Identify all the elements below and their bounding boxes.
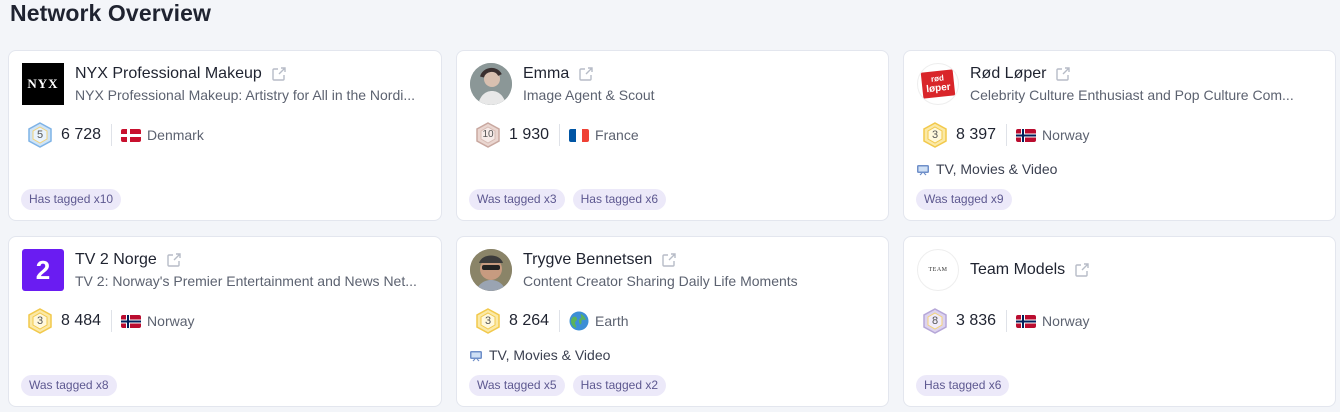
tag-badge: Was tagged x3 [469, 189, 565, 210]
avatar [470, 63, 512, 105]
avatar: 2 [22, 249, 64, 291]
tv2-logo: 2 [35, 254, 51, 285]
avatar: rød løper [917, 63, 959, 105]
profile-name[interactable]: NYX Professional Makeup [75, 65, 262, 83]
profile-subtitle: NYX Professional Makeup: Artistry for Al… [75, 87, 416, 103]
level-badge: 3 [475, 308, 501, 334]
profile-subtitle: Image Agent & Scout [523, 87, 655, 103]
external-link-icon[interactable] [661, 252, 677, 268]
external-link-icon[interactable] [166, 252, 182, 268]
country-label: Norway [1042, 313, 1090, 329]
person-photo [470, 63, 512, 105]
profile-card[interactable]: rød løper Rød Løper Celebrity Culture En… [903, 50, 1336, 221]
denmark-flag-icon [121, 128, 142, 142]
tag-badge: Was tagged x9 [916, 189, 1012, 210]
name-row: NYX Professional Makeup [75, 65, 287, 83]
name-row: Team Models [970, 261, 1090, 279]
level-badge: 8 [922, 308, 948, 334]
level-badge: 5 [27, 122, 53, 148]
profile-card[interactable]: NYX NYX Professional Makeup NYX Professi… [8, 50, 442, 221]
globe-icon [569, 311, 589, 331]
category-label: TV, Movies & Video [936, 161, 1058, 177]
tag-badge: Has tagged x6 [572, 189, 666, 210]
tag-list: Has tagged x6 [916, 375, 1010, 396]
rod-loper-logo: rød løper [920, 69, 956, 99]
follower-count: 8 264 [509, 312, 550, 329]
stats-row: 3 8 397 Norway [922, 122, 1090, 148]
tag-badge: Has tagged x2 [572, 375, 666, 396]
tv-icon [917, 165, 929, 176]
tag-badge: Has tagged x10 [21, 189, 122, 210]
profile-subtitle: Celebrity Culture Enthusiast and Pop Cul… [970, 87, 1294, 103]
follower-count: 8 397 [956, 126, 997, 143]
network-grid: NYX NYX Professional Makeup NYX Professi… [8, 50, 1338, 407]
stats-row: 5 6 728 Denmark [27, 122, 204, 148]
tag-list: Was tagged x9 [916, 189, 1012, 210]
avatar [470, 249, 512, 291]
divider [1006, 310, 1008, 332]
category-label: TV, Movies & Video [489, 347, 611, 363]
page-title: Network Overview [10, 0, 212, 26]
external-link-icon[interactable] [1055, 66, 1071, 82]
tag-list: Was tagged x8 [21, 375, 117, 396]
profile-name[interactable]: TV 2 Norge [75, 251, 157, 269]
avatar: TEAM [917, 249, 959, 291]
person-photo [470, 249, 512, 291]
country-label: France [595, 127, 639, 143]
level-badge: 10 [475, 122, 501, 148]
tag-list: Was tagged x5 Has tagged x2 [469, 375, 666, 396]
team-models-logo: TEAM [928, 267, 948, 273]
name-row: Trygve Bennetsen [523, 251, 677, 269]
profile-subtitle: TV 2: Norway's Premier Entertainment and… [75, 273, 417, 289]
divider [111, 310, 113, 332]
profile-subtitle: Content Creator Sharing Daily Life Momen… [523, 273, 798, 289]
divider [559, 124, 561, 146]
divider [559, 310, 561, 332]
norway-flag-icon [1016, 314, 1037, 328]
follower-count: 8 484 [61, 312, 102, 329]
profile-name[interactable]: Team Models [970, 261, 1065, 279]
france-flag-icon [569, 128, 590, 142]
profile-card[interactable]: Emma Image Agent & Scout 10 1 930 France… [456, 50, 889, 221]
external-link-icon[interactable] [271, 66, 287, 82]
stats-row: 8 3 836 Norway [922, 308, 1090, 334]
profile-card[interactable]: TEAM Team Models 8 3 836 Norway Has tagg… [903, 236, 1336, 407]
divider [1006, 124, 1008, 146]
norway-flag-icon [1016, 128, 1037, 142]
follower-count: 3 836 [956, 312, 997, 329]
name-row: Emma [523, 65, 594, 83]
name-row: TV 2 Norge [75, 251, 182, 269]
external-link-icon[interactable] [578, 66, 594, 82]
norway-flag-icon [121, 314, 142, 328]
divider [111, 124, 113, 146]
follower-count: 6 728 [61, 126, 102, 143]
profile-card[interactable]: 2 TV 2 Norge TV 2: Norway's Premier Ente… [8, 236, 442, 407]
tag-list: Was tagged x3 Has tagged x6 [469, 189, 666, 210]
level-badge: 3 [922, 122, 948, 148]
country-label: Norway [147, 313, 195, 329]
external-link-icon[interactable] [1074, 262, 1090, 278]
tag-list: Has tagged x10 [21, 189, 122, 210]
profile-card[interactable]: Trygve Bennetsen Content Creator Sharing… [456, 236, 889, 407]
stats-row: 3 8 484 Norway [27, 308, 195, 334]
nyx-logo: NYX [27, 76, 59, 91]
stats-row: 3 8 264 Earth [475, 308, 629, 334]
name-row: Rød Løper [970, 65, 1071, 83]
profile-name[interactable]: Rød Løper [970, 65, 1046, 83]
profile-name[interactable]: Emma [523, 65, 569, 83]
category-row: TV, Movies & Video [469, 347, 610, 363]
country-label: Norway [1042, 127, 1090, 143]
stats-row: 10 1 930 France [475, 122, 639, 148]
tag-badge: Has tagged x6 [916, 375, 1010, 396]
tag-badge: Was tagged x5 [469, 375, 565, 396]
avatar: NYX [22, 63, 64, 105]
country-label: Denmark [147, 127, 204, 143]
tv-icon [470, 351, 482, 362]
category-row: TV, Movies & Video [916, 161, 1057, 177]
country-label: Earth [595, 313, 629, 329]
follower-count: 1 930 [509, 126, 550, 143]
tag-badge: Was tagged x8 [21, 375, 117, 396]
profile-name[interactable]: Trygve Bennetsen [523, 251, 652, 269]
level-badge: 3 [27, 308, 53, 334]
